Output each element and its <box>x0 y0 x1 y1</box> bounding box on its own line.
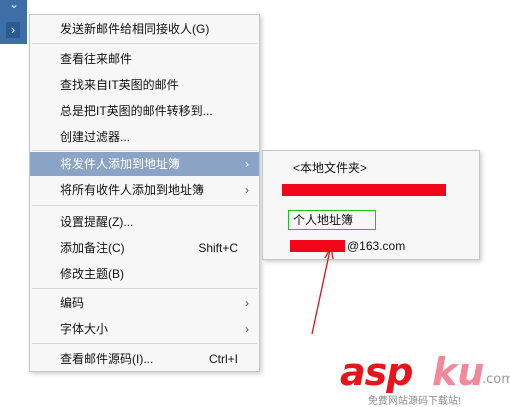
watermark-domain: .com <box>482 372 510 387</box>
watermark-tagline: 免费网站源码下载站! <box>368 396 461 407</box>
watermark-ku: ku <box>432 350 485 394</box>
watermark-logo: asp ku .com 免费网站源码下载站! <box>340 350 510 407</box>
annotation-arrow <box>311 245 334 335</box>
arrow-shaft <box>311 249 331 335</box>
watermark-asp: asp <box>340 350 413 394</box>
